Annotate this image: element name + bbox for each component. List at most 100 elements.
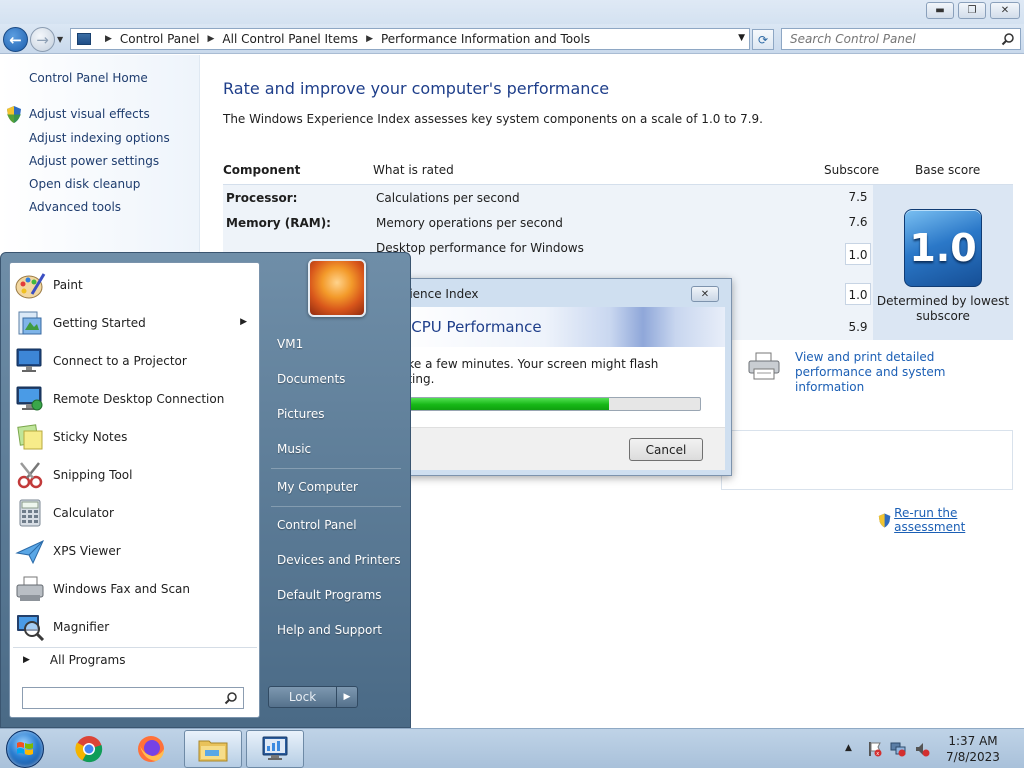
start-menu-programs: Paint Getting Started ▶ Connect to a Pro… <box>9 262 260 718</box>
column-subscore: Subscore <box>824 163 880 177</box>
restore-button[interactable]: ❐ <box>958 2 986 19</box>
pinned-item-xps-viewer[interactable]: XPS Viewer <box>13 533 257 569</box>
pinned-item-sticky-notes[interactable]: Sticky Notes <box>13 419 257 455</box>
breadcrumb[interactable]: ▶ Control Panel ▶ All Control Panel Item… <box>70 28 750 50</box>
xps-viewer-icon <box>13 535 47 567</box>
dialog-banner: g CPU Performance <box>397 307 725 347</box>
control-panel-home-link[interactable]: Control Panel Home <box>29 71 148 85</box>
svg-text:x: x <box>876 751 879 757</box>
column-component: Component <box>223 163 301 177</box>
snipping-tool-icon <box>13 459 47 491</box>
row-disk-subscore: 5.9 <box>848 320 868 334</box>
shield-icon <box>7 106 21 123</box>
close-button[interactable]: ✕ <box>990 2 1020 19</box>
row-graphics-subscore: 1.0 <box>845 243 871 265</box>
lock-button-group: Lock ▶ <box>268 686 358 708</box>
open-disk-cleanup-link[interactable]: Open disk cleanup <box>29 177 140 191</box>
adjust-indexing-options-link[interactable]: Adjust indexing options <box>29 131 170 145</box>
taskbar-firefox[interactable] <box>122 730 180 768</box>
pinned-item-label: Sticky Notes <box>53 430 128 444</box>
taskbar-explorer[interactable] <box>184 730 242 768</box>
remote-desktop-icon <box>13 383 47 415</box>
row-processor-what: Calculations per second <box>376 191 520 205</box>
pinned-item-getting-started[interactable]: Getting Started ▶ <box>13 305 257 341</box>
row-memory-subscore: 7.6 <box>848 215 868 229</box>
advanced-tools-link[interactable]: Advanced tools <box>29 200 121 214</box>
recent-pages-dropdown[interactable]: ▼ <box>57 35 63 44</box>
network-icon[interactable] <box>890 741 906 757</box>
start-item-help-support[interactable]: Help and Support <box>277 623 382 637</box>
column-what-is-rated: What is rated <box>373 163 454 177</box>
folder-icon <box>198 740 228 762</box>
clock-time: 1:37 AM <box>948 734 998 748</box>
minimize-button[interactable]: ▬ <box>926 2 954 19</box>
address-dropdown-icon[interactable]: ▼ <box>738 33 745 43</box>
progress-bar <box>397 397 701 411</box>
start-item-documents[interactable]: Documents <box>277 372 345 386</box>
pinned-item-fax-scan[interactable]: Windows Fax and Scan <box>13 571 257 607</box>
all-programs-button[interactable]: ▶ All Programs <box>13 647 257 671</box>
search-box[interactable] <box>781 28 1021 50</box>
info-box <box>721 430 1013 490</box>
pinned-item-remote-desktop[interactable]: Remote Desktop Connection <box>13 381 257 417</box>
control-panel-icon <box>77 33 91 45</box>
start-item-music[interactable]: Music <box>277 442 311 456</box>
cancel-button[interactable]: Cancel <box>629 438 703 461</box>
show-hidden-icons-button[interactable]: ▲ <box>845 743 852 753</box>
pinned-item-magnifier[interactable]: Magnifier <box>13 609 257 645</box>
breadcrumb-all-items[interactable]: All Control Panel Items <box>222 32 358 46</box>
start-item-user-folder[interactable]: VM1 <box>277 337 303 351</box>
adjust-visual-effects-link[interactable]: Adjust visual effects <box>29 107 150 121</box>
breadcrumb-performance[interactable]: Performance Information and Tools <box>381 32 590 46</box>
shutdown-options-arrow-icon[interactable]: ▶ <box>337 687 357 707</box>
lock-button[interactable]: Lock <box>269 687 337 707</box>
adjust-power-settings-link[interactable]: Adjust power settings <box>29 154 159 168</box>
pinned-item-label: XPS Viewer <box>53 544 121 558</box>
refresh-button[interactable]: ⟳ <box>752 29 774 50</box>
user-picture[interactable] <box>308 259 366 317</box>
dialog-close-button[interactable]: ✕ <box>691 286 719 302</box>
start-button[interactable] <box>6 730 44 768</box>
volume-muted-icon[interactable] <box>914 741 930 757</box>
score-table-header: Component What is rated Subscore Base sc… <box>223 153 1013 185</box>
performance-icon <box>262 736 288 760</box>
calculator-icon <box>13 497 47 529</box>
magnifier-icon <box>13 611 47 643</box>
pinned-item-paint[interactable]: Paint <box>13 267 257 303</box>
taskbar-performance-tool[interactable] <box>246 730 304 768</box>
pinned-item-label: Remote Desktop Connection <box>53 392 225 406</box>
dialog-body: ake a few minutes. Your screen might fla… <box>397 347 725 427</box>
rerun-assessment-link[interactable]: Re-run the assessment <box>878 506 1024 534</box>
search-icon <box>224 692 237 705</box>
page-description: The Windows Experience Index assesses ke… <box>223 112 763 126</box>
start-item-control-panel[interactable]: Control Panel <box>277 518 357 532</box>
rerun-assessment-label[interactable]: Re-run the assessment <box>894 506 1024 534</box>
forward-button[interactable]: → <box>30 27 55 52</box>
projector-icon <box>13 345 47 377</box>
start-menu: Paint Getting Started ▶ Connect to a Pro… <box>0 252 411 728</box>
breadcrumb-control-panel[interactable]: Control Panel <box>120 32 200 46</box>
shield-icon <box>878 513 891 527</box>
action-center-flag-icon[interactable]: x <box>866 741 882 757</box>
back-button[interactable]: ← <box>3 27 28 52</box>
sticky-notes-icon <box>13 421 47 453</box>
start-item-default-programs[interactable]: Default Programs <box>277 588 382 602</box>
dialog-footer: Cancel <box>397 427 725 470</box>
search-input[interactable] <box>790 32 990 46</box>
pinned-item-label: Windows Fax and Scan <box>53 582 191 596</box>
start-search-box[interactable] <box>22 687 244 709</box>
paint-icon <box>13 269 47 301</box>
address-bar: ← → ▼ ▶ Control Panel ▶ All Control Pane… <box>0 24 1024 54</box>
submenu-arrow-icon[interactable]: ▶ <box>240 317 247 327</box>
start-item-my-computer[interactable]: My Computer <box>277 480 358 494</box>
taskbar-clock[interactable]: 1:37 AM 7/8/2023 <box>936 733 1010 765</box>
start-search-input[interactable] <box>27 689 217 707</box>
pinned-item-projector[interactable]: Connect to a Projector <box>13 343 257 379</box>
view-print-details-link[interactable]: View and print detailed performance and … <box>795 350 1015 395</box>
pinned-item-calculator[interactable]: Calculator <box>13 495 257 531</box>
taskbar-chrome[interactable] <box>60 730 118 768</box>
pinned-item-label: Calculator <box>53 506 114 520</box>
pinned-item-snipping-tool[interactable]: Snipping Tool <box>13 457 257 493</box>
start-item-pictures[interactable]: Pictures <box>277 407 325 421</box>
start-item-devices-printers[interactable]: Devices and Printers <box>277 553 401 567</box>
